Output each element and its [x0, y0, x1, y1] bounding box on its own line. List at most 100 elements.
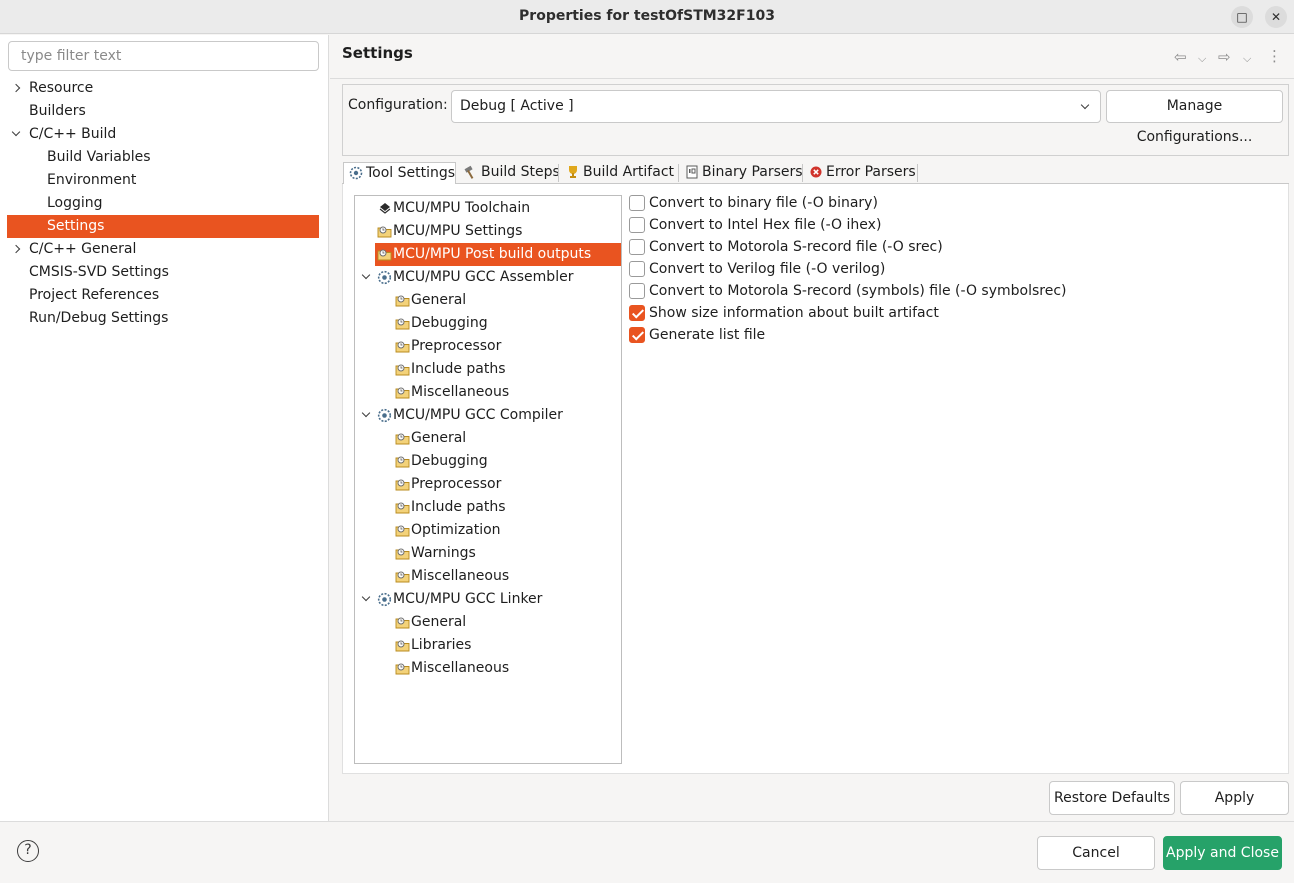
tool-tree-item[interactable]: General — [393, 427, 621, 450]
option-checkbox[interactable] — [629, 283, 645, 299]
nav-item-environment[interactable]: Environment — [7, 169, 319, 192]
tool-tree-item-label: Libraries — [411, 637, 472, 653]
tool-tree-item[interactable]: Preprocessor — [393, 335, 621, 358]
tool-tree-item[interactable]: Debugging — [393, 312, 621, 335]
maximize-button[interactable]: □ — [1231, 6, 1253, 28]
chevron-down-icon[interactable] — [11, 127, 21, 137]
tool-tree-item-label: Debugging — [411, 453, 488, 469]
tab-build-steps[interactable]: Build Steps — [459, 162, 560, 184]
nav-item-builders[interactable]: Builders — [7, 100, 319, 123]
tool-tree-item[interactable]: Libraries — [393, 634, 621, 657]
view-menu-icon[interactable]: ⋮ — [1267, 47, 1282, 65]
nav-item-cmsis-svd-settings[interactable]: CMSIS-SVD Settings — [7, 261, 319, 284]
nav-item-build-variables[interactable]: Build Variables — [7, 146, 319, 169]
forward-menu-chevron-icon[interactable]: ⌵ — [1243, 52, 1251, 66]
trophy-icon — [569, 166, 577, 178]
nav-item-label: CMSIS-SVD Settings — [29, 264, 169, 280]
tool-tree-item[interactable]: Warnings — [393, 542, 621, 565]
folder-options-icon — [395, 479, 410, 491]
tool-tree-item-label: Miscellaneous — [411, 568, 510, 584]
tab-error-parsers[interactable]: Error Parsers — [804, 162, 916, 184]
error-icon — [810, 166, 822, 178]
configuration-select[interactable]: Debug [ Active ] — [451, 90, 1101, 123]
tool-tree-item[interactable]: General — [393, 611, 621, 634]
hammer-icon — [464, 165, 474, 179]
apply-button[interactable]: Apply — [1180, 781, 1289, 815]
cancel-button[interactable]: Cancel — [1037, 836, 1155, 870]
help-icon[interactable]: ? — [17, 840, 39, 862]
close-window-button[interactable]: ✕ — [1265, 6, 1287, 28]
restore-defaults-button[interactable]: Restore Defaults — [1049, 781, 1175, 815]
tab-label: Error Parsers — [826, 164, 916, 180]
tab-binary-parsers[interactable]: Binary Parsers — [680, 162, 803, 184]
chevron-down-icon[interactable] — [361, 592, 371, 602]
forward-arrow-icon[interactable]: ⇨ — [1218, 48, 1231, 66]
gear-icon — [377, 270, 392, 285]
option-label: Convert to Motorola S-record (symbols) f… — [649, 283, 1067, 299]
tool-tree-item[interactable]: MCU/MPU GCC Compiler — [361, 404, 621, 427]
gear-icon — [349, 166, 363, 180]
option-checkbox[interactable] — [629, 327, 645, 343]
tool-tree-item[interactable]: Include paths — [393, 358, 621, 381]
nav-item-label: Builders — [29, 103, 86, 119]
tool-tree-item[interactable]: MCU/MPU Settings — [375, 220, 621, 243]
tool-tree-item[interactable]: Miscellaneous — [393, 657, 621, 680]
nav-item-cpp-build[interactable]: C/C++ Build — [7, 123, 319, 146]
nav-item-label: C/C++ General — [29, 241, 137, 257]
configuration-value: Debug [ Active ] — [460, 98, 574, 114]
chevron-down-icon[interactable] — [361, 270, 371, 280]
chevron-right-icon[interactable] — [11, 83, 21, 93]
configuration-label: Configuration: — [348, 97, 448, 113]
tool-tree-item[interactable]: Miscellaneous — [393, 565, 621, 588]
chevron-right-icon[interactable] — [11, 244, 21, 254]
tool-tree-item[interactable]: MCU/MPU GCC Linker — [361, 588, 621, 611]
option-checkbox[interactable] — [629, 195, 645, 211]
footer-divider — [0, 821, 1294, 822]
property-navigation-pane: Resource Builders C/C++ Build Build Vari… — [0, 35, 329, 821]
tool-tree-item-label: General — [411, 614, 467, 630]
tool-tree-item[interactable]: MCU/MPU Post build outputs — [375, 243, 621, 266]
tool-tree-item-label: General — [411, 430, 467, 446]
tool-tree-item[interactable]: Optimization — [393, 519, 621, 542]
tool-tree-item-label: MCU/MPU Toolchain — [393, 200, 531, 216]
folder-options-icon — [395, 456, 410, 468]
option-checkbox[interactable] — [629, 217, 645, 233]
back-menu-chevron-icon[interactable]: ⌵ — [1198, 52, 1206, 66]
tool-tree-item-label: Optimization — [411, 522, 501, 538]
tool-tree-item[interactable]: Preprocessor — [393, 473, 621, 496]
chevron-down-icon[interactable] — [361, 408, 371, 418]
folder-options-icon — [395, 663, 410, 675]
tool-tree-item[interactable]: Miscellaneous — [393, 381, 621, 404]
nav-item-cpp-general[interactable]: C/C++ General — [7, 238, 319, 261]
tab-build-artifact[interactable]: Build Artifact — [561, 162, 677, 184]
tool-tree-item[interactable]: General — [393, 289, 621, 312]
nav-item-project-references[interactable]: Project References — [7, 284, 319, 307]
option-label: Convert to Intel Hex file (-O ihex) — [649, 217, 882, 233]
nav-item-run-debug-settings[interactable]: Run/Debug Settings — [7, 307, 319, 330]
tool-tree-item[interactable]: Include paths — [393, 496, 621, 519]
tool-tree-item-label: Include paths — [411, 499, 506, 515]
folder-options-icon — [395, 341, 410, 353]
tool-tree-item[interactable]: Debugging — [393, 450, 621, 473]
folder-options-icon — [395, 433, 410, 445]
apply-and-close-button[interactable]: Apply and Close — [1163, 836, 1282, 870]
maximize-icon: □ — [1236, 10, 1248, 24]
nav-item-logging[interactable]: Logging — [7, 192, 319, 215]
tool-tree-item[interactable]: MCU/MPU Toolchain — [375, 197, 621, 220]
tab-tool-settings[interactable]: Tool Settings — [343, 162, 456, 185]
binary-file-icon — [686, 165, 698, 179]
back-arrow-icon[interactable]: ⇦ — [1174, 48, 1187, 66]
manage-configurations-button[interactable]: Manage Configurations... — [1106, 90, 1283, 145]
nav-item-settings[interactable]: Settings — [7, 215, 319, 238]
filter-input[interactable] — [8, 41, 319, 71]
tool-tree[interactable]: MCU/MPU Toolchain MCU/MPU Settings MCU/MPU… — [354, 195, 622, 764]
option-checkbox[interactable] — [629, 305, 645, 321]
tab-separator — [678, 164, 679, 182]
nav-item-label: Run/Debug Settings — [29, 310, 169, 326]
tool-tree-item[interactable]: MCU/MPU GCC Assembler — [361, 266, 621, 289]
option-checkbox[interactable] — [629, 261, 645, 277]
nav-item-resource[interactable]: Resource — [7, 77, 319, 100]
page-title: Settings — [342, 44, 413, 62]
tool-tree-item-label: Debugging — [411, 315, 488, 331]
option-checkbox[interactable] — [629, 239, 645, 255]
